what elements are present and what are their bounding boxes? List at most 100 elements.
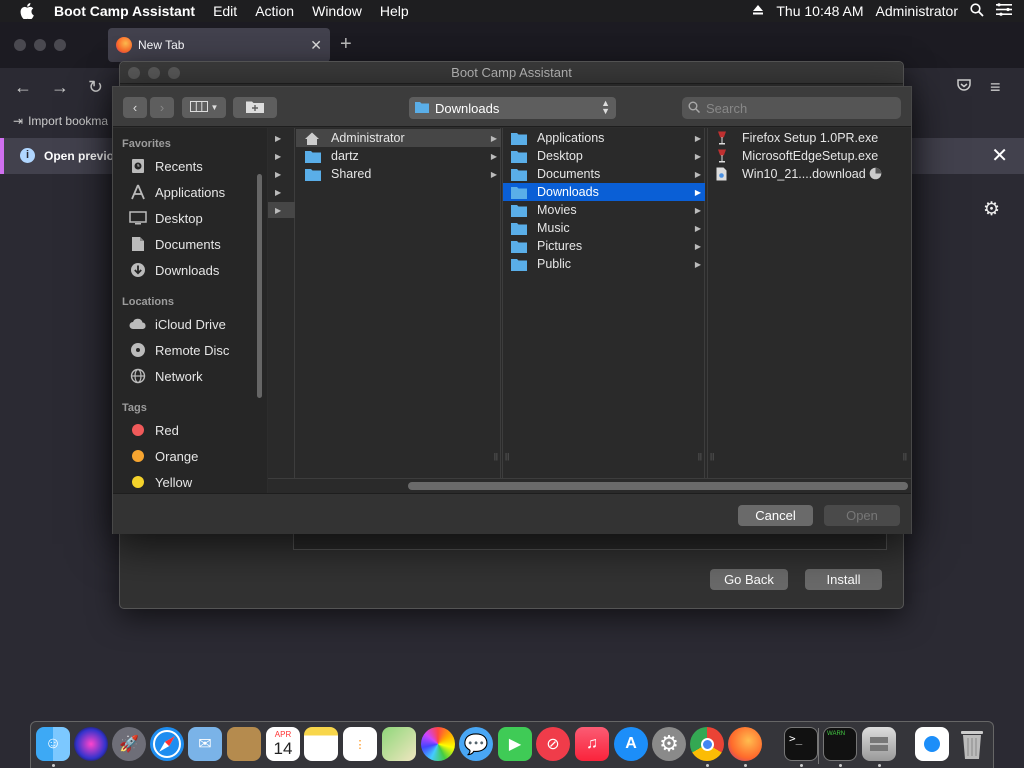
column-resize-handle[interactable]: || [698,452,702,461]
control-center-icon[interactable] [996,3,1012,19]
zoom-window-button[interactable] [54,39,66,51]
sidebar-tag-yellow[interactable]: Yellow [128,471,258,493]
iso-image-field[interactable] [293,532,887,550]
system-preferences-icon[interactable]: ⚙ [652,727,686,761]
sidebar-item-downloads[interactable]: Downloads [128,259,258,281]
list-item[interactable]: Pictures ▶ [503,237,705,255]
spotlight-search-icon[interactable] [970,2,984,20]
disclosure-arrow-icon[interactable]: ▶ [275,188,281,197]
forward-icon[interactable]: → [51,77,69,98]
back-icon[interactable]: ← [14,77,32,98]
news-icon[interactable]: ⊘ [536,727,570,761]
column-resize-handle[interactable]: || [903,452,907,461]
go-back-button[interactable]: Go Back [710,569,788,590]
open-button[interactable]: Open [824,505,900,526]
reminders-icon[interactable]: ⋮ [343,727,377,761]
list-item[interactable]: Administrator ▶ [296,129,501,147]
list-item[interactable]: dartz ▶ [296,147,501,165]
bootcamp-zoom-button[interactable] [168,67,180,79]
browser-tab[interactable]: New Tab ✕ [108,28,330,62]
sidebar-item-documents[interactable]: Documents [128,233,258,255]
sidebar-item-icloud-drive[interactable]: iCloud Drive [128,313,258,335]
new-tab-icon[interactable]: + [340,33,352,56]
sidebar-item-desktop[interactable]: Desktop [128,207,258,229]
cancel-button[interactable]: Cancel [738,505,813,526]
close-tab-icon[interactable]: ✕ [310,37,322,54]
hamburger-menu-icon[interactable]: ≡ [990,77,1001,98]
app-store-icon[interactable]: A [614,727,648,761]
contacts-icon[interactable] [227,727,261,761]
close-notification-icon[interactable]: ✕ [991,143,1008,168]
sidebar-item-recents[interactable]: Recents [128,155,258,177]
downloads-stack-icon[interactable] [915,727,949,761]
console-icon[interactable]: WARN [823,727,857,761]
list-item[interactable]: MicrosoftEdgeSetup.exe [708,147,908,165]
chrome-icon[interactable] [690,727,724,761]
messages-icon[interactable]: 💬 [459,727,493,761]
notes-icon[interactable] [304,727,338,761]
minimize-window-button[interactable] [34,39,46,51]
sidebar-tag-red[interactable]: Red [128,419,258,441]
install-button[interactable]: Install [805,569,882,590]
menu-window[interactable]: Window [312,3,362,19]
bootcamp-assistant-icon[interactable] [862,727,896,761]
siri-icon[interactable] [74,727,108,761]
sidebar-scrollbar[interactable] [257,174,262,398]
disclosure-arrow-icon[interactable]: ▶ [275,134,281,143]
eject-icon[interactable] [752,3,764,19]
launchpad-icon[interactable]: 🚀 [112,727,146,761]
app-name-menu[interactable]: Boot Camp Assistant [54,3,195,19]
location-popup[interactable]: Downloads ▲ ▼ [409,97,616,119]
maps-icon[interactable] [382,727,416,761]
menu-user[interactable]: Administrator [876,3,958,19]
import-bookmarks-button[interactable]: ⇥ Import bookma [13,114,108,128]
list-item[interactable]: Desktop ▶ [503,147,705,165]
forward-nav-button[interactable]: › [150,97,174,118]
sidebar-tag-orange[interactable]: Orange [128,445,258,467]
list-item[interactable]: Public ▶ [503,255,705,273]
menu-help[interactable]: Help [380,3,409,19]
menu-action[interactable]: Action [255,3,294,19]
list-item[interactable]: Documents ▶ [503,165,705,183]
horizontal-scrollbar[interactable] [408,482,908,490]
list-item[interactable]: Movies ▶ [503,201,705,219]
music-icon[interactable]: ♫ [575,727,609,761]
firefox-dock-icon[interactable] [728,727,762,761]
reload-icon[interactable]: ↻ [88,77,103,98]
mail-icon[interactable]: ✉ [188,727,222,761]
sidebar-item-remote-disc[interactable]: Remote Disc [128,339,258,361]
menu-clock[interactable]: Thu 10:48 AM [776,3,863,19]
new-folder-button[interactable] [233,97,277,118]
list-item[interactable]: Firefox Setup 1.0PR.exe [708,129,908,147]
safari-icon[interactable] [150,727,184,761]
settings-gear-icon[interactable]: ⚙ [983,198,1000,221]
back-nav-button[interactable]: ‹ [123,97,147,118]
list-item[interactable]: Applications ▶ [503,129,705,147]
calendar-icon[interactable]: APR 14 [266,727,300,761]
search-field[interactable]: Search [682,97,901,119]
menu-edit[interactable]: Edit [213,3,237,19]
root-selected-row[interactable]: ▶ [268,202,295,218]
disclosure-arrow-icon[interactable]: ▶ [275,152,281,161]
column-resize-handle[interactable]: || [494,452,498,461]
list-item[interactable]: Shared ▶ [296,165,501,183]
list-item[interactable]: Win10_21....download [708,165,908,183]
bootcamp-minimize-button[interactable] [148,67,160,79]
terminal-icon[interactable]: >_ [784,727,818,761]
column-resize-handle[interactable]: || [710,452,714,461]
photos-icon[interactable] [421,727,455,761]
list-item[interactable]: Music ▶ [503,219,705,237]
apple-menu-icon[interactable] [18,2,36,20]
trash-icon[interactable] [955,727,989,761]
list-item-selected[interactable]: Downloads ▶ [503,183,705,201]
facetime-icon[interactable]: ▶ [498,727,532,761]
column-resize-handle[interactable]: || [505,452,509,461]
close-window-button[interactable] [14,39,26,51]
bootcamp-close-button[interactable] [128,67,140,79]
sidebar-item-applications[interactable]: Applications [128,181,258,203]
disclosure-arrow-icon[interactable]: ▶ [275,170,281,179]
sidebar-item-network[interactable]: Network [128,365,258,387]
finder-icon[interactable]: ☺ [36,727,70,761]
pocket-icon[interactable] [956,77,972,98]
view-mode-button[interactable]: ▼ [182,97,226,118]
